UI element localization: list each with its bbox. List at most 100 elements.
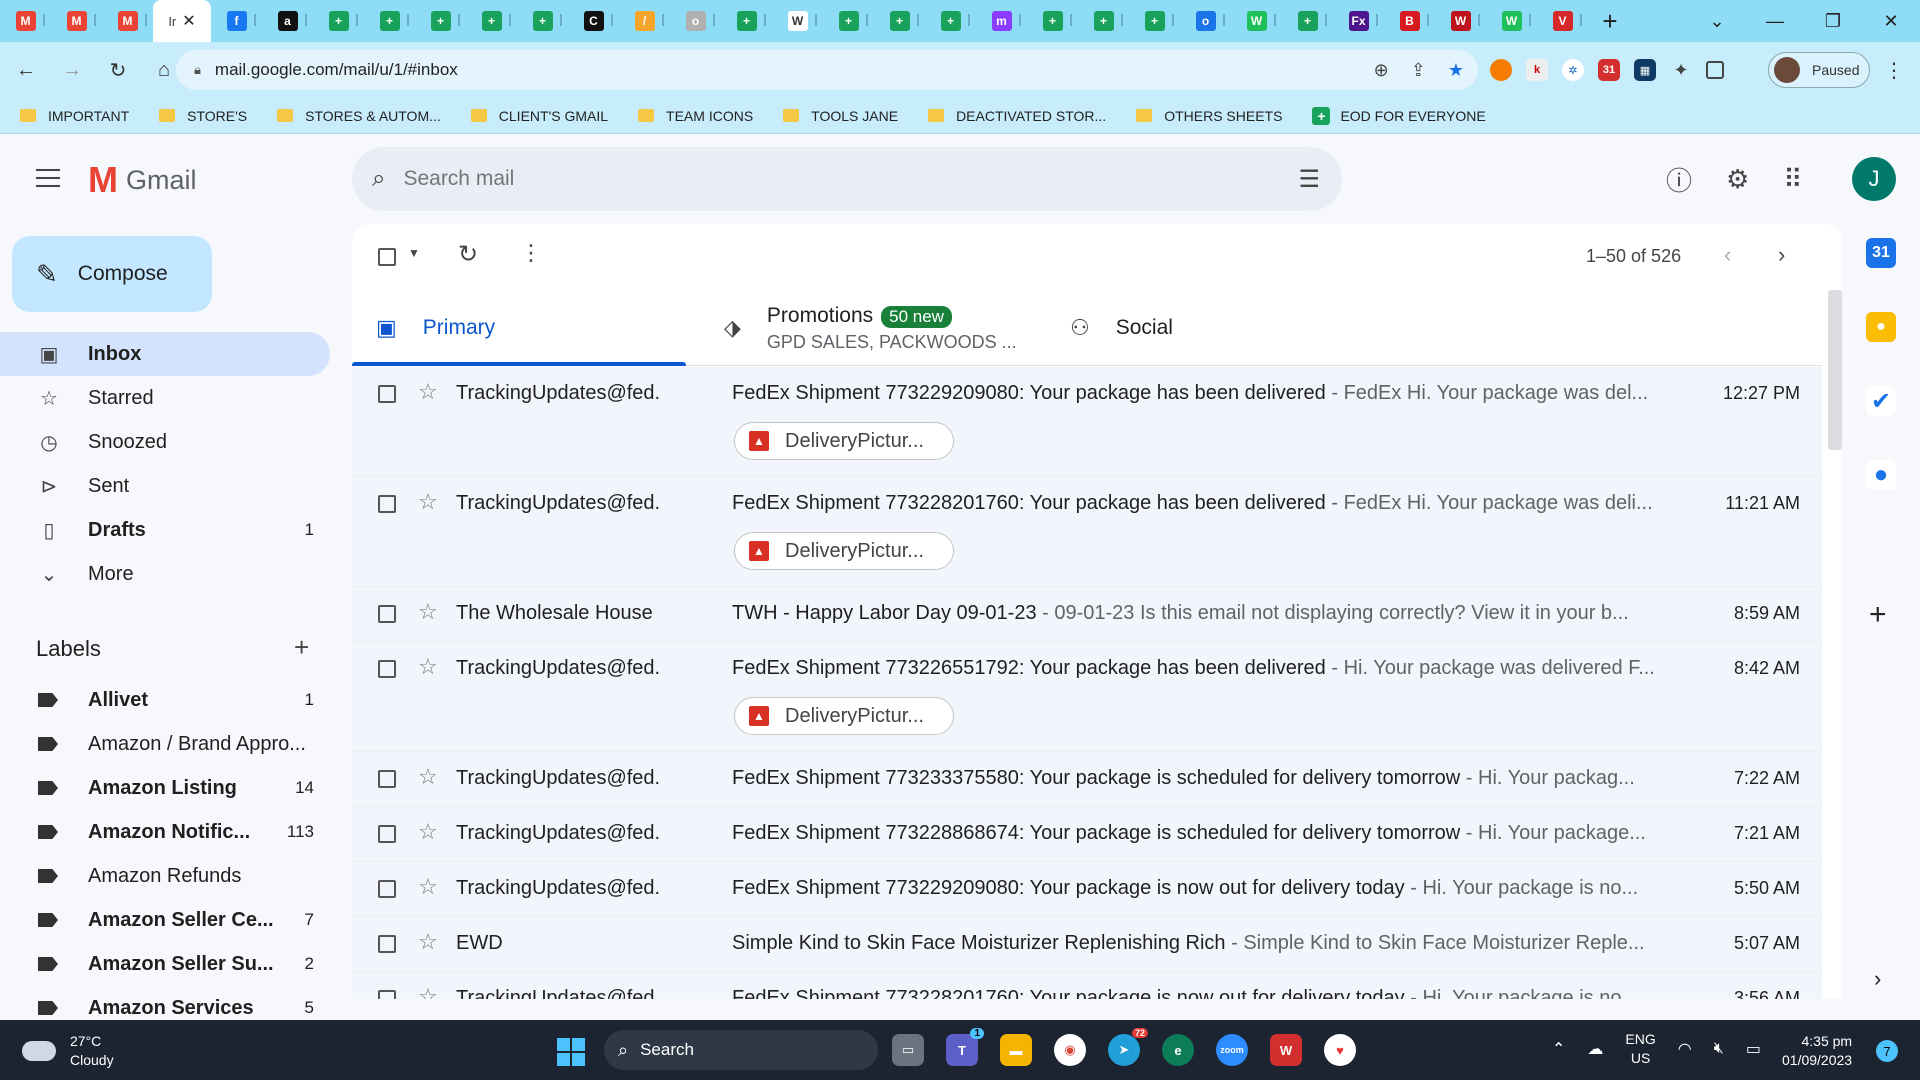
compose-button[interactable]: ✎ Compose: [12, 236, 212, 312]
close-window-button[interactable]: ✕: [1862, 0, 1920, 42]
url-text[interactable]: mail.google.com/mail/u/1/#inbox: [215, 60, 458, 80]
profile-button[interactable]: Paused: [1768, 52, 1870, 88]
address-bar[interactable]: 🔒︎ mail.google.com/mail/u/1/#inbox ⊕ ⇪ ★: [176, 50, 1478, 90]
star-icon[interactable]: ☆: [418, 379, 438, 405]
search-input[interactable]: [403, 167, 1224, 191]
lock-icon[interactable]: 🔒︎: [194, 62, 201, 78]
browser-tab[interactable]: /: [619, 0, 670, 42]
gmail-logo[interactable]: M Gmail: [88, 159, 197, 201]
attachment-chip[interactable]: ▲ DeliveryPictur...: [734, 697, 954, 735]
star-icon[interactable]: ☆: [418, 984, 438, 999]
label-item[interactable]: Amazon Notific... 113: [0, 810, 330, 854]
sidebar-item-starred[interactable]: ☆ Starred: [0, 376, 330, 420]
show-side-panel-icon[interactable]: ›: [1874, 966, 1881, 992]
zoom-icon-app[interactable]: zoom: [1216, 1034, 1248, 1066]
account-avatar[interactable]: J: [1852, 157, 1896, 201]
main-menu-icon[interactable]: [36, 169, 60, 193]
browser-tab[interactable]: B: [1384, 0, 1435, 42]
edge-icon[interactable]: e: [1162, 1034, 1194, 1066]
browser-tab[interactable]: M: [102, 0, 153, 42]
new-tab-button[interactable]: +: [1588, 0, 1632, 42]
bookmark-item[interactable]: STORES & AUTOM...: [277, 108, 441, 124]
apps-grid-icon[interactable]: ⠿: [1783, 164, 1802, 195]
browser-tab[interactable]: +: [721, 0, 772, 42]
teams-icon[interactable]: T1: [946, 1028, 984, 1066]
browser-tab[interactable]: m: [976, 0, 1027, 42]
select-dropdown-icon[interactable]: ▼: [408, 246, 420, 260]
file-explorer-icon[interactable]: ▬: [1000, 1034, 1032, 1066]
side-panel-icon[interactable]: [1706, 61, 1724, 79]
browser-tab[interactable]: o: [1180, 0, 1231, 42]
volume-muted-icon[interactable]: 🔇︎: [1714, 1040, 1724, 1058]
select-all-checkbox[interactable]: [378, 248, 396, 266]
sidebar-item-more[interactable]: ⌄ More: [0, 552, 330, 596]
browser-tab[interactable]: C: [568, 0, 619, 42]
maps-pin-icon[interactable]: ♥: [1324, 1034, 1356, 1066]
row-checkbox[interactable]: [378, 990, 396, 999]
browser-tab[interactable]: M: [51, 0, 102, 42]
label-item[interactable]: Amazon / Brand Appro...: [0, 722, 330, 766]
browser-tab[interactable]: +: [415, 0, 466, 42]
browser-tab[interactable]: W: [1231, 0, 1282, 42]
get-addons-icon[interactable]: +: [1869, 598, 1887, 632]
chrome-icon[interactable]: ◉: [1054, 1034, 1086, 1066]
browser-tab[interactable]: +: [313, 0, 364, 42]
star-icon[interactable]: ☆: [418, 819, 438, 845]
help-icon[interactable]: ⓘ: [1666, 161, 1692, 198]
browser-tab[interactable]: W: [772, 0, 823, 42]
forward-button[interactable]: →: [52, 50, 92, 90]
taskbar-search[interactable]: ⌕ Search: [604, 1030, 878, 1070]
email-row[interactable]: ☆ TrackingUpdates@fed. FedEx Shipment 7732…: [352, 367, 1822, 477]
label-item[interactable]: Amazon Seller Ce... 7: [0, 898, 330, 942]
star-icon[interactable]: ☆: [418, 929, 438, 955]
star-icon[interactable]: ☆: [418, 654, 438, 680]
tray-expand-icon[interactable]: ⌃: [1552, 1039, 1565, 1059]
maximize-button[interactable]: ❐: [1804, 0, 1862, 42]
tasks-app-icon[interactable]: ✔: [1866, 386, 1896, 416]
browser-tab[interactable]: o: [670, 0, 721, 42]
attachment-chip[interactable]: ▲ DeliveryPictur...: [734, 532, 954, 570]
row-checkbox[interactable]: [378, 495, 396, 513]
reload-button[interactable]: ↻: [98, 50, 138, 90]
close-tab-icon[interactable]: ✕: [182, 11, 195, 31]
browser-tab[interactable]: +: [874, 0, 925, 42]
star-icon[interactable]: ☆: [418, 599, 438, 625]
browser-tab[interactable]: +: [1282, 0, 1333, 42]
browser-tab[interactable]: +: [1129, 0, 1180, 42]
browser-tab[interactable]: +: [517, 0, 568, 42]
email-row[interactable]: ☆ TrackingUpdates@fed. FedEx Shipment 7732…: [352, 477, 1822, 587]
label-item[interactable]: Amazon Refunds: [0, 854, 330, 898]
sidebar-item-drafts[interactable]: ▯ Drafts 1: [0, 508, 330, 552]
extension-calendar-icon[interactable]: 31: [1598, 59, 1620, 81]
older-page-icon[interactable]: ›: [1778, 242, 1785, 268]
settings-gear-icon[interactable]: ⚙: [1726, 164, 1749, 195]
bookmark-item[interactable]: CLIENT'S GMAIL: [470, 108, 608, 124]
bookmark-item[interactable]: DEACTIVATED STOR...: [928, 108, 1106, 124]
newer-page-icon[interactable]: ‹: [1724, 242, 1731, 268]
extension-orange-icon[interactable]: [1490, 59, 1512, 81]
list-scrollbar[interactable]: [1828, 290, 1842, 450]
search-bar[interactable]: ⌕ ☰: [352, 147, 1342, 211]
search-options-icon[interactable]: ☰: [1298, 165, 1320, 194]
extensions-puzzle-icon[interactable]: ✦: [1670, 59, 1692, 81]
bookmark-item[interactable]: STORE'S: [159, 108, 247, 124]
sidebar-item-inbox[interactable]: ▣ Inbox: [0, 332, 330, 376]
row-checkbox[interactable]: [378, 935, 396, 953]
browser-tab[interactable]: f: [211, 0, 262, 42]
notification-badge[interactable]: 7: [1876, 1040, 1898, 1062]
telegram-icon[interactable]: ➤ 72: [1108, 1028, 1148, 1066]
row-checkbox[interactable]: [378, 385, 396, 403]
label-item[interactable]: Amazon Listing 14: [0, 766, 330, 810]
browser-tab[interactable]: +: [466, 0, 517, 42]
attachment-chip[interactable]: ▲ DeliveryPictur...: [734, 422, 954, 460]
minimize-button[interactable]: —: [1746, 0, 1804, 42]
task-view-icon[interactable]: ▭: [892, 1034, 924, 1066]
tab-promotions[interactable]: ⬗ Promotions 50 new GPD SALES, PACKWOODS …: [724, 290, 1017, 366]
tab-primary[interactable]: ▣ Primary: [352, 290, 686, 366]
star-icon[interactable]: ☆: [418, 874, 438, 900]
browser-tab[interactable]: Fx: [1333, 0, 1384, 42]
browser-tab[interactable]: +: [1027, 0, 1078, 42]
zoom-icon[interactable]: ⊕: [1374, 60, 1389, 81]
sidebar-item-sent[interactable]: ⊳ Sent: [0, 464, 330, 508]
tab-search-icon[interactable]: ⌄: [1688, 0, 1746, 42]
